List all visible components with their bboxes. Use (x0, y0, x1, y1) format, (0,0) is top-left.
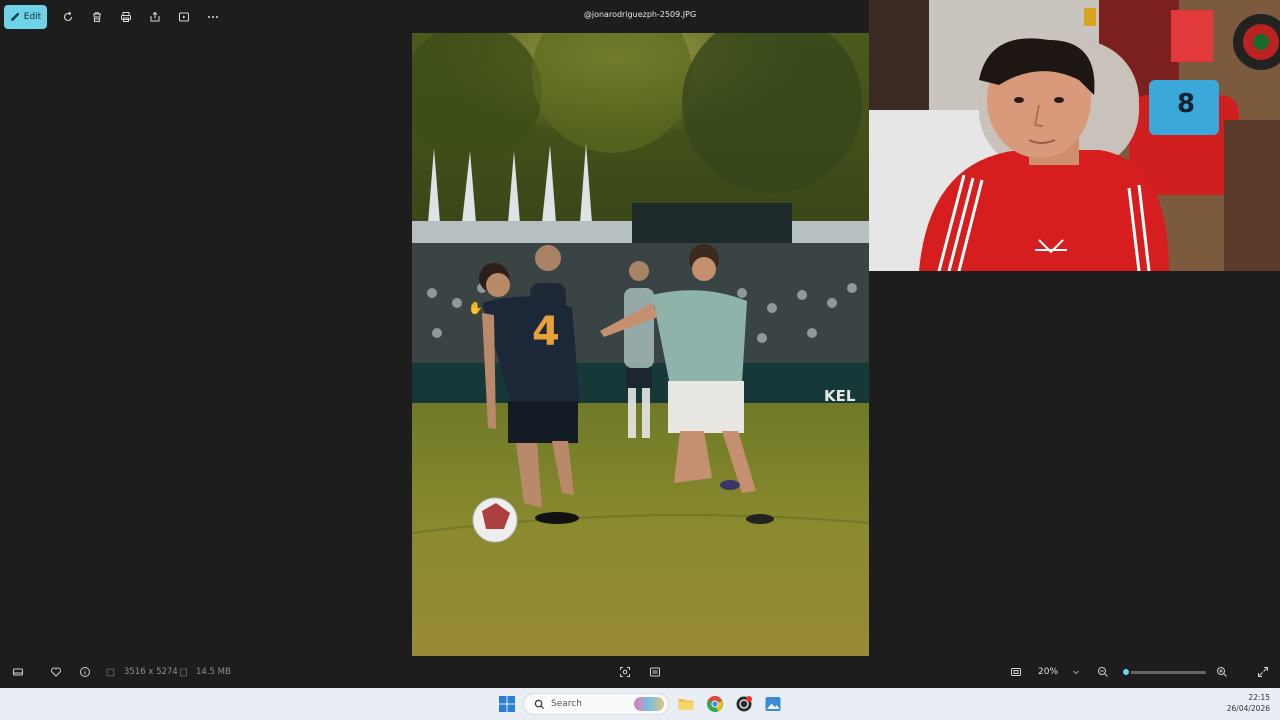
favorite-button[interactable] (48, 664, 64, 680)
file-size: 14.5 MB (196, 667, 231, 677)
fit-window-icon (1011, 668, 1021, 676)
file-info-button[interactable] (77, 664, 93, 680)
hand-cursor-icon: ✋ (468, 301, 483, 315)
zoom-level-value: 20% (1038, 667, 1059, 677)
obs-button[interactable] (735, 695, 753, 713)
visual-search-button[interactable] (617, 664, 633, 680)
taskbar-search-box[interactable]: Search (523, 693, 669, 715)
zoom-level-dropdown[interactable]: 20% (1032, 664, 1084, 680)
ad-board-text: KEL (824, 387, 856, 405)
search-icon (534, 699, 545, 709)
edit-button[interactable]: Edit (4, 4, 47, 29)
search-highlight-icon (634, 697, 664, 711)
file-size-icon (177, 664, 189, 680)
edit-icon (11, 12, 19, 21)
photos-icon (765, 697, 781, 711)
delete-button[interactable] (82, 3, 111, 31)
zoom-slider-thumb[interactable] (1121, 667, 1132, 677)
zoom-in-button[interactable] (1214, 664, 1230, 680)
main-photo[interactable]: KEL 4 ✋ (412, 33, 869, 656)
edit-button-label: Edit (23, 11, 42, 22)
trash-icon (92, 11, 101, 22)
expand-icon (1258, 667, 1268, 677)
chrome-button[interactable] (706, 695, 724, 713)
zoom-slider[interactable] (1121, 667, 1206, 677)
shirt-number: 8 (1177, 89, 1195, 119)
image-dimensions: 3516 x 5274 (124, 667, 178, 677)
search-placeholder: Search (551, 699, 582, 709)
print-button[interactable] (111, 3, 140, 31)
system-clock[interactable]: 22:15 26/04/2026 (1227, 692, 1270, 714)
photo-viewer-window: Edit @jonarodriguezph-2509.JPG KEL 4 ✋ 8… (0, 0, 1280, 688)
zoom-out-button[interactable] (1095, 664, 1111, 680)
file-explorer-button[interactable] (677, 695, 695, 713)
filmstrip-icon (13, 668, 23, 676)
image-dimensions-icon (104, 664, 116, 680)
more-icon (207, 15, 218, 18)
clock-date: 26/04/2026 (1226, 704, 1270, 713)
heart-icon (51, 667, 61, 677)
fit-to-window-button[interactable] (1008, 664, 1024, 680)
photos-app-button[interactable] (764, 695, 782, 713)
windows-logo-icon (499, 696, 515, 712)
rotate-button[interactable] (53, 3, 82, 31)
scan-icon (620, 667, 630, 677)
rotate-icon (63, 11, 72, 21)
printer-icon (120, 11, 131, 22)
fullscreen-button[interactable] (1255, 664, 1271, 680)
zoom-out-icon (1098, 667, 1108, 677)
share-icon (150, 11, 159, 21)
start-button[interactable] (498, 695, 516, 713)
football-photo-image: KEL 4 (412, 33, 869, 656)
file-title: @jonarodriguezph-2509.JPG (583, 10, 697, 19)
bottom-status-bar: 3516 x 5274 14.5 MB 20% (0, 656, 1280, 688)
zoom-in-icon (1217, 667, 1227, 677)
compare-button[interactable] (647, 664, 663, 680)
filmstrip-button[interactable] (10, 664, 26, 680)
chrome-icon (707, 695, 723, 712)
windows-taskbar: Search 22:15 26/04/2026 (0, 688, 1280, 720)
more-options-button[interactable] (198, 3, 227, 31)
webcam-overlay: 8 (869, 0, 1280, 271)
info-icon (80, 667, 90, 677)
chevron-down-icon (1073, 670, 1079, 675)
slideshow-icon (178, 12, 189, 21)
share-button[interactable] (140, 3, 169, 31)
record-app-icon (736, 696, 752, 712)
jersey-number: 4 (532, 309, 560, 355)
webcam-video: 8 (869, 0, 1280, 271)
slideshow-button[interactable] (169, 3, 198, 31)
football (472, 497, 518, 543)
compare-icon (650, 667, 660, 677)
clock-time: 22:15 (1248, 693, 1270, 702)
folder-icon (678, 699, 694, 710)
